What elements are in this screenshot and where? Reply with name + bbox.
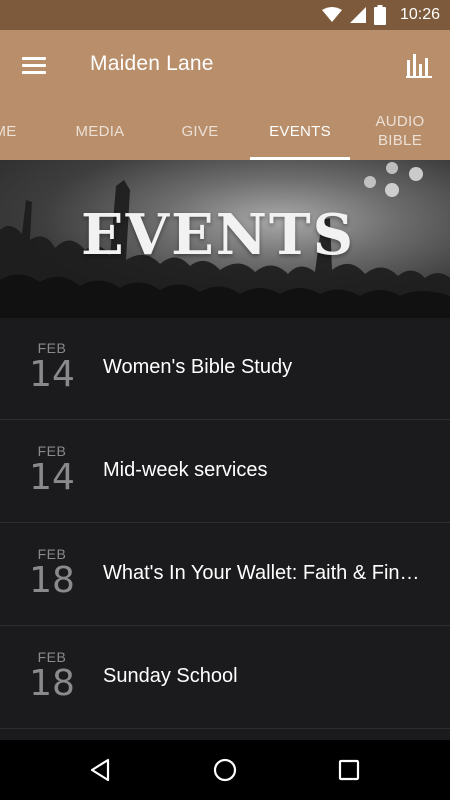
tab-audio-bible[interactable]: AUDIO BIBLE xyxy=(350,102,450,160)
event-row[interactable]: FEB 18 What's In Your Wallet: Faith & Fi… xyxy=(0,524,450,626)
tab-give[interactable]: GIVE xyxy=(150,102,250,160)
event-list: FEB 14 Women's Bible Study FEB 14 Mid-we… xyxy=(0,318,450,740)
recents-icon[interactable] xyxy=(334,755,364,785)
event-day: 18 xyxy=(29,560,75,601)
hero-title: EVENTS xyxy=(80,202,356,268)
tab-media[interactable]: MEDIA xyxy=(50,102,150,160)
wifi-icon xyxy=(321,7,342,22)
battery-icon xyxy=(373,5,386,25)
tab-events[interactable]: EVENTS xyxy=(250,102,350,160)
status-time: 10:26 xyxy=(399,6,440,23)
status-icons: 10:26 xyxy=(321,0,440,30)
status-bar: 10:26 xyxy=(0,0,450,30)
app-bar: Maiden Lane ME MEDIA GIVE EVENTS AUDIO B… xyxy=(0,30,450,160)
event-title: Mid-week services xyxy=(103,459,268,481)
event-row[interactable]: FEB 18 Sunday School xyxy=(0,627,450,729)
event-title: Sunday School xyxy=(103,665,238,687)
event-day: 14 xyxy=(29,457,75,498)
tab-home[interactable]: ME xyxy=(0,102,30,160)
event-date: FEB 18 xyxy=(22,649,82,703)
event-row[interactable]: FEB 14 Mid-week services xyxy=(0,421,450,523)
home-icon[interactable] xyxy=(210,755,240,785)
events-hero-banner: EVENTS xyxy=(0,160,450,318)
cell-signal-icon xyxy=(349,7,366,23)
toolbar: Maiden Lane xyxy=(0,30,450,102)
event-day: 18 xyxy=(29,663,75,704)
app-title: Maiden Lane xyxy=(90,52,214,75)
event-date: FEB 14 xyxy=(22,340,82,394)
back-icon[interactable] xyxy=(86,755,116,785)
tab-bar: ME MEDIA GIVE EVENTS AUDIO BIBLE xyxy=(0,102,450,160)
event-date: FEB 18 xyxy=(22,546,82,600)
bar-chart-icon[interactable] xyxy=(406,52,432,78)
navigation-bar xyxy=(0,740,450,800)
event-title: Women's Bible Study xyxy=(103,356,293,378)
event-row[interactable]: FEB 14 Women's Bible Study xyxy=(0,318,450,420)
event-day: 14 xyxy=(29,354,75,395)
menu-icon[interactable] xyxy=(22,54,48,78)
event-date: FEB 14 xyxy=(22,443,82,497)
event-title: What's In Your Wallet: Faith & Fin… xyxy=(103,562,420,584)
